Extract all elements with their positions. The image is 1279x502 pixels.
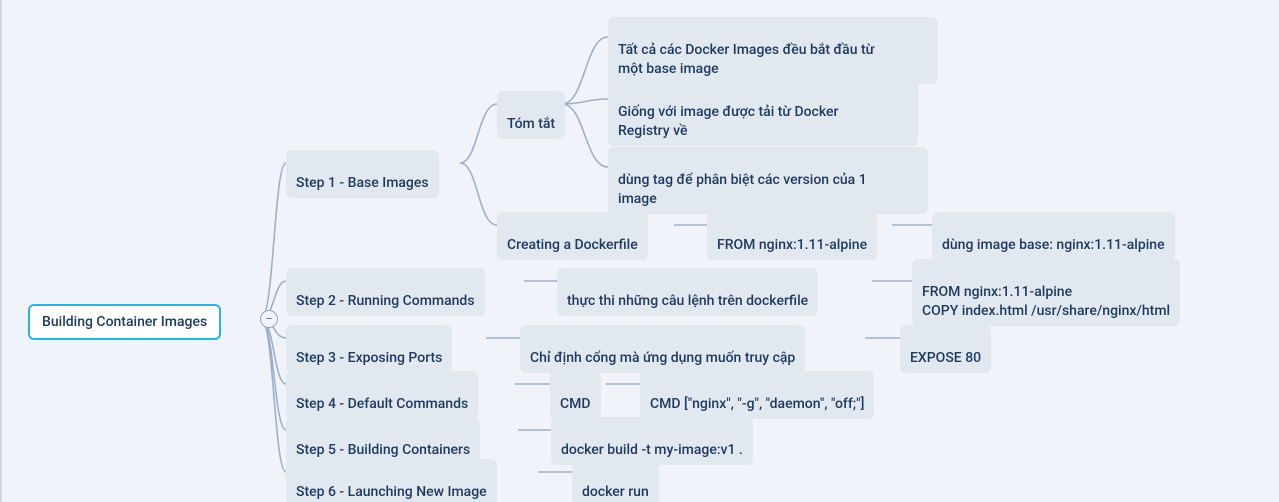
- node-s3-code[interactable]: EXPOSE 80: [900, 325, 991, 373]
- root-label: Building Container Images: [42, 314, 207, 330]
- node-label: Step 6 - Launching New Image: [296, 484, 487, 500]
- node-label: docker run: [582, 484, 649, 500]
- node-s4-cmd[interactable]: CMD: [550, 371, 601, 419]
- node-step1[interactable]: Step 1 - Base Images: [286, 150, 439, 198]
- node-label: dùng image base: nginx:1.11-alpine: [942, 237, 1165, 253]
- node-label: dùng tag để phân biệt các version của 1 …: [618, 172, 867, 207]
- node-step6[interactable]: Step 6 - Launching New Image: [286, 459, 497, 502]
- node-s2-desc[interactable]: thực thi những câu lệnh trên dockerfile: [557, 268, 818, 316]
- node-s4-example[interactable]: CMD ["nginx", "-g", "daemon", "off;"]: [640, 371, 874, 419]
- node-label: Giống với image được tải từ Docker Regis…: [618, 104, 838, 139]
- node-summary-a[interactable]: Tất cả các Docker Images đều bắt đầu từ …: [608, 17, 938, 84]
- node-s6-cmd[interactable]: docker run: [572, 459, 659, 502]
- node-step4[interactable]: Step 4 - Default Commands: [286, 371, 478, 419]
- node-step2[interactable]: Step 2 - Running Commands: [286, 268, 485, 316]
- node-label: Step 1 - Base Images: [296, 175, 429, 191]
- node-label: Step 2 - Running Commands: [296, 293, 475, 309]
- collapse-glyph: −: [265, 313, 272, 326]
- node-label: CMD: [560, 396, 591, 412]
- node-label: FROM nginx:1.11-alpine COPY index.html /…: [922, 284, 1170, 319]
- node-label: docker build -t my-image:v1 .: [561, 442, 743, 458]
- node-create-dockerfile[interactable]: Creating a Dockerfile: [497, 212, 648, 260]
- node-summary[interactable]: Tóm tắt: [497, 91, 565, 139]
- node-s5-cmd[interactable]: docker build -t my-image:v1 .: [551, 417, 753, 465]
- node-label: FROM nginx:1.11-alpine: [717, 237, 867, 253]
- node-step5[interactable]: Step 5 - Building Containers: [286, 417, 480, 465]
- node-label: Step 3 - Exposing Ports: [296, 350, 442, 366]
- node-label: CMD ["nginx", "-g", "daemon", "off;"]: [650, 396, 864, 412]
- node-from-note[interactable]: dùng image base: nginx:1.11-alpine: [932, 212, 1175, 260]
- node-label: EXPOSE 80: [910, 350, 981, 366]
- node-s2-code[interactable]: FROM nginx:1.11-alpine COPY index.html /…: [912, 259, 1180, 326]
- node-from-line[interactable]: FROM nginx:1.11-alpine: [707, 212, 877, 260]
- node-summary-c[interactable]: dùng tag để phân biệt các version của 1 …: [608, 147, 928, 214]
- node-label: thực thi những câu lệnh trên dockerfile: [567, 293, 808, 309]
- node-step3[interactable]: Step 3 - Exposing Ports: [286, 325, 452, 373]
- node-label: Chỉ định cổng mà ứng dụng muốn truy cập: [530, 350, 795, 366]
- node-s3-desc[interactable]: Chỉ định cổng mà ứng dụng muốn truy cập: [520, 325, 805, 373]
- root-node[interactable]: Building Container Images: [28, 304, 221, 340]
- collapse-toggle[interactable]: −: [260, 310, 278, 328]
- node-label: Step 5 - Building Containers: [296, 442, 470, 458]
- node-label: Tóm tắt: [507, 116, 555, 132]
- node-label: Tất cả các Docker Images đều bắt đầu từ …: [618, 42, 874, 77]
- node-summary-b[interactable]: Giống với image được tải từ Docker Regis…: [608, 79, 918, 146]
- node-label: Creating a Dockerfile: [507, 237, 638, 253]
- node-label: Step 4 - Default Commands: [296, 396, 468, 412]
